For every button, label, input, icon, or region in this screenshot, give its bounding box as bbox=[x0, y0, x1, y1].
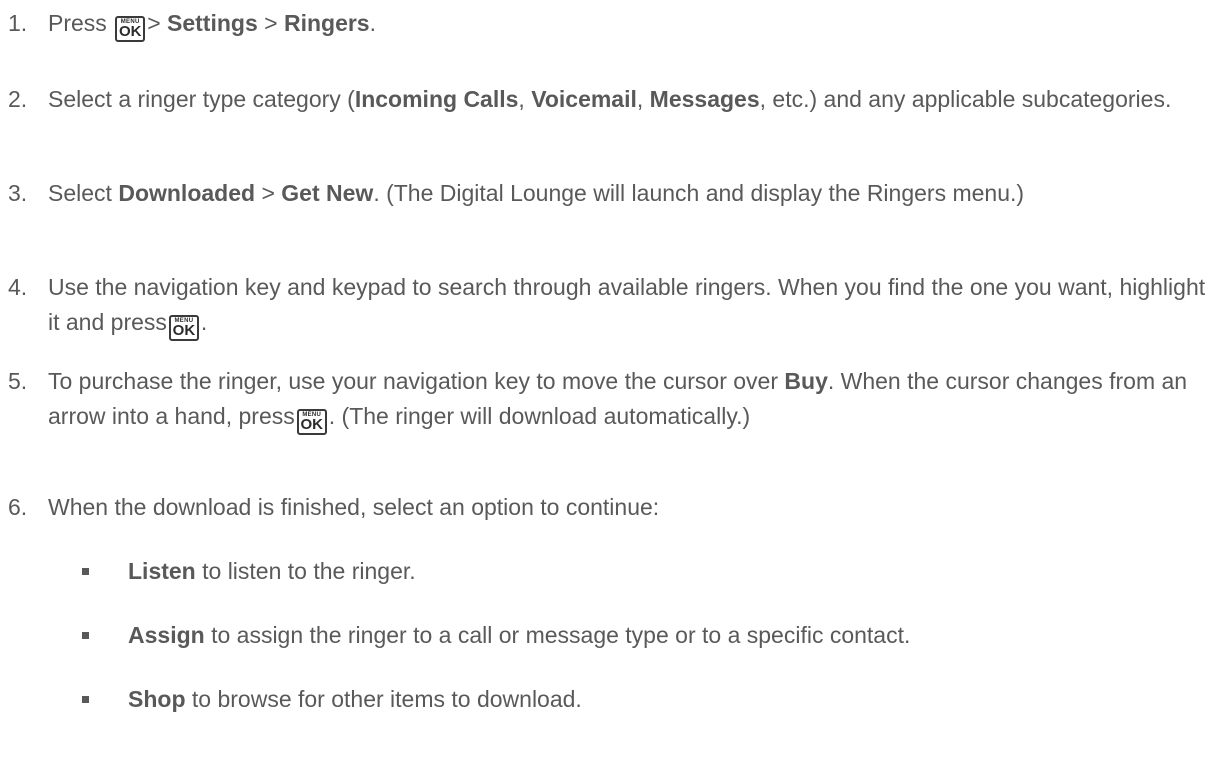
step-1: 1. Press MENU OK > Settings > Ringers. bbox=[8, 6, 1208, 42]
step-5: 5. To purchase the ringer, use your navi… bbox=[8, 364, 1208, 435]
step-text: > bbox=[147, 10, 168, 36]
step-text: > bbox=[255, 180, 282, 206]
downloaded-term: Downloaded bbox=[118, 180, 256, 206]
settings-term: Settings bbox=[167, 10, 258, 36]
option-listen: Listen to listen to the ringer. bbox=[82, 554, 1208, 589]
option-text: to browse for other items to download. bbox=[185, 686, 582, 712]
get-new-term: Get New bbox=[281, 180, 374, 206]
bullet-square-icon bbox=[82, 568, 89, 575]
option-term: Listen bbox=[128, 558, 196, 584]
step-text: , etc.) and any applicable subcategories… bbox=[759, 86, 1172, 112]
option-term: Assign bbox=[128, 622, 205, 648]
option-assign: Assign to assign the ringer to a call or… bbox=[82, 618, 1208, 653]
step-text: Select bbox=[48, 180, 119, 206]
option-text: to assign the ringer to a call or messag… bbox=[204, 622, 911, 648]
ringers-term: Ringers bbox=[283, 10, 370, 36]
step-text: , bbox=[518, 86, 532, 112]
menu-ok-key-icon: MENU OK bbox=[115, 16, 146, 42]
step-number: 2. bbox=[8, 86, 28, 112]
step-text: . bbox=[200, 309, 208, 335]
menu-ok-key-icon: MENU OK bbox=[296, 409, 327, 435]
step-6: 6. When the download is finished, select… bbox=[8, 490, 1208, 525]
step-number: 6. bbox=[8, 494, 28, 520]
option-text: to listen to the ringer. bbox=[195, 558, 416, 584]
option-shop: Shop to browse for other items to downlo… bbox=[82, 682, 1208, 717]
step-text: To purchase the ringer, use your navigat… bbox=[48, 368, 785, 394]
step-number: 1. bbox=[8, 10, 28, 36]
messages-term: Messages bbox=[649, 86, 760, 112]
incoming-calls-term: Incoming Calls bbox=[354, 86, 519, 112]
step-text: Select a ringer type category ( bbox=[48, 86, 355, 112]
bullet-square-icon bbox=[82, 632, 89, 639]
step-text: . (The ringer will download automaticall… bbox=[328, 403, 751, 429]
step-text: . (The Digital Lounge will launch and di… bbox=[373, 180, 1025, 206]
buy-term: Buy bbox=[784, 368, 828, 394]
step-number: 4. bbox=[8, 274, 28, 300]
step-text: When the download is finished, select an… bbox=[48, 494, 660, 520]
option-term: Shop bbox=[128, 686, 186, 712]
step-number: 5. bbox=[8, 368, 28, 394]
voicemail-term: Voicemail bbox=[531, 86, 637, 112]
document-page: 1. Press MENU OK > Settings > Ringers. 2. … bbox=[0, 0, 1214, 761]
menu-ok-key-icon: MENU OK bbox=[168, 315, 199, 341]
step-text: > bbox=[257, 10, 284, 36]
bullet-square-icon bbox=[82, 696, 89, 703]
step-text: . bbox=[369, 10, 376, 36]
step-text: Use the navigation key and keypad to sea… bbox=[48, 274, 1206, 335]
step-text: , bbox=[636, 86, 650, 112]
step-3: 3. Select Downloaded > Get New. (The Dig… bbox=[8, 176, 1208, 211]
step-text: Press bbox=[48, 10, 107, 36]
step-number: 3. bbox=[8, 180, 28, 206]
step-2: 2. Select a ringer type category (Incomi… bbox=[8, 82, 1208, 117]
step-4: 4. Use the navigation key and keypad to … bbox=[8, 270, 1208, 341]
